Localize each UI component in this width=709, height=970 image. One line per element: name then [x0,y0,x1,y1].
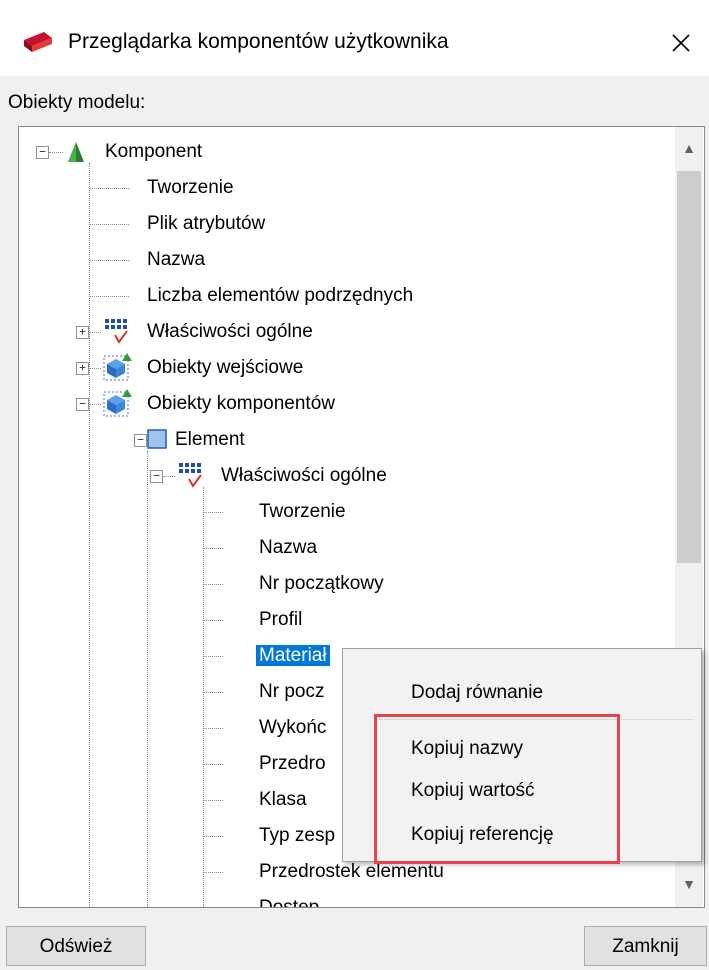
window-title: Przeglądarka komponentów użytkownika [68,30,449,53]
tree-node-obiekty-komponentow[interactable]: Obiekty komponentów [147,389,335,419]
close-icon [672,34,690,52]
component-browser-window: Przeglądarka komponentów użytkownika Obi… [0,0,709,970]
tree-node-prop[interactable]: Przedro [259,749,326,779]
element-icon [147,429,167,449]
scrollbar-thumb[interactable] [677,171,701,563]
tree-expand-toggle[interactable]: + [76,326,89,339]
tree-node-komponent[interactable]: Komponent [105,137,202,167]
tree-expand-toggle[interactable]: + [76,362,89,375]
tree-node-element[interactable]: Element [175,425,245,455]
tree-collapse-toggle[interactable]: − [36,146,49,159]
tree-node-prop[interactable]: Klasa [259,785,307,815]
tree-node-prop[interactable]: Wykońc [259,713,326,743]
close-window-button[interactable] [656,20,706,66]
tree-node-wlasciwosci-ogolne[interactable]: Właściwości ogólne [147,317,313,347]
menu-item-dodaj-rownanie[interactable]: Dodaj równanie [411,675,543,711]
tree-collapse-toggle[interactable]: − [150,470,163,483]
tree-node-prop[interactable]: Typ zesp [259,821,335,851]
tree-node-tworzenie[interactable]: Tworzenie [147,173,234,203]
attributes-icon [179,463,202,488]
tree-node-plik-atrybutow[interactable]: Plik atrybutów [147,209,265,239]
attributes-icon [105,319,128,344]
scroll-up-arrow-icon[interactable]: ▲ [675,133,703,163]
app-icon [24,32,52,52]
component-icon [68,142,84,162]
tree-node-prop[interactable]: Tworzenie [259,497,346,527]
title-bar: Przeglądarka komponentów użytkownika [0,0,709,76]
tree-node-prop[interactable]: Profil [259,605,302,635]
tree-node-prop-selected[interactable]: Materiał [256,641,330,671]
tree-node-nazwa[interactable]: Nazwa [147,245,205,275]
tree-collapse-toggle[interactable]: − [134,434,147,447]
tree-collapse-toggle[interactable]: − [76,398,89,411]
tree-node-prop[interactable]: Nazwa [259,533,317,563]
tree-node-prop[interactable]: Dostęp [259,893,319,907]
tree-node-liczba-elementow[interactable]: Liczba elementów podrzędnych [147,281,413,311]
tree-node-obiekty-wejsciowe[interactable]: Obiekty wejściowe [147,353,303,383]
scroll-down-arrow-icon[interactable]: ▼ [675,869,703,899]
model-objects-label: Obiekty modelu: [8,92,146,113]
tree-node-prop[interactable]: Nr pocz [259,677,324,707]
tree-node-element-wlasciwosci-ogolne[interactable]: Właściwości ogólne [221,461,387,491]
objects-icon [103,353,132,381]
close-button[interactable]: Zamknij [584,926,707,966]
tree-node-prop[interactable]: Nr początkowy [259,569,384,599]
objects-icon [103,389,132,417]
annotation-highlight-box [374,714,620,864]
refresh-button[interactable]: Odśwież [6,926,146,966]
